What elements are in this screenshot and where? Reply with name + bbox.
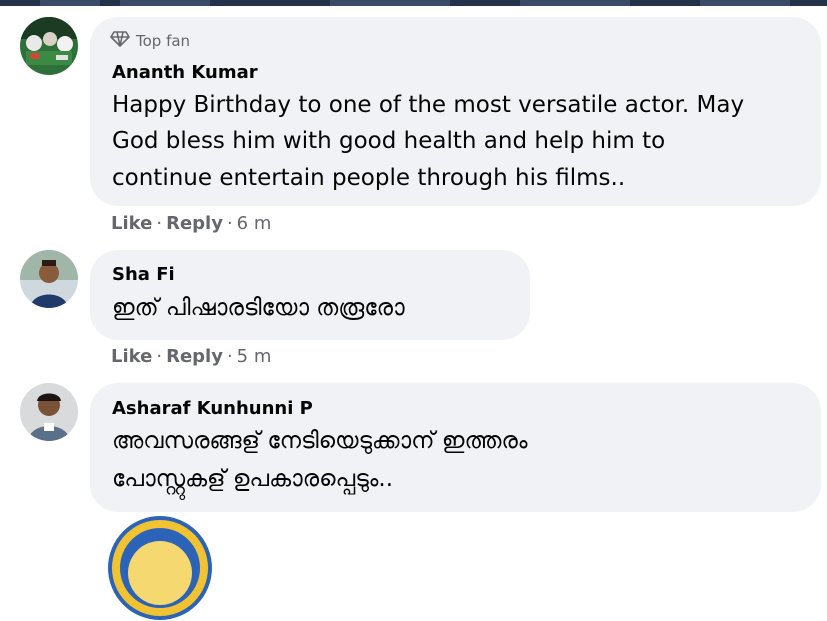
- comment-author[interactable]: Ananth Kumar: [112, 62, 258, 83]
- diamond-icon: [110, 31, 130, 51]
- reply-button[interactable]: Reply: [166, 346, 223, 367]
- separator-dot: ·: [226, 213, 233, 234]
- comment-text-line: God bless him with good health and help …: [112, 128, 666, 154]
- comment-actions: Like · Reply · 5 m: [111, 346, 271, 367]
- avatar[interactable]: [20, 250, 78, 308]
- comment-text-line: പോസ്റ്റുകള് ഉപകാരപ്പെടും..: [112, 466, 394, 492]
- comment-author[interactable]: Sha Fi: [112, 264, 175, 285]
- comment-bubble: Top fan Ananth Kumar Happy Birthday to o…: [90, 17, 821, 206]
- comment-actions: Like · Reply · 6 m: [111, 213, 271, 234]
- comment-author[interactable]: Asharaf Kunhunni P: [112, 398, 313, 419]
- separator-dot: ·: [226, 346, 233, 367]
- reply-button[interactable]: Reply: [166, 213, 223, 234]
- badge-label: Top fan: [136, 32, 191, 50]
- avatar[interactable]: [107, 515, 213, 621]
- comment-bubble: Asharaf Kunhunni P അവസരങ്ങള് നേടിയെടുക്ക…: [90, 383, 821, 512]
- comment-bubble: Sha Fi ഇത് പിഷാരടിയോ തരൂരോ: [90, 250, 530, 340]
- comment-text-line: ഇത് പിഷാരടിയോ തരൂരോ: [112, 295, 405, 321]
- comment-text-line: Happy Birthday to one of the most versat…: [112, 92, 745, 118]
- comment-text-line: continue entertain people through his fi…: [112, 165, 626, 191]
- avatar[interactable]: [20, 17, 78, 75]
- browser-top-strip: [0, 0, 827, 6]
- comment-timestamp[interactable]: 6 m: [237, 213, 272, 234]
- separator-dot: ·: [156, 346, 163, 367]
- separator-dot: ·: [156, 213, 163, 234]
- top-fan-badge: Top fan: [110, 31, 190, 51]
- comment-text-line: അവസരങ്ങള് നേടിയെടുക്കാന് ഇത്തരം: [112, 428, 528, 454]
- like-button[interactable]: Like: [111, 346, 152, 367]
- like-button[interactable]: Like: [111, 213, 152, 234]
- comment-timestamp[interactable]: 5 m: [237, 346, 272, 367]
- avatar[interactable]: [20, 383, 78, 441]
